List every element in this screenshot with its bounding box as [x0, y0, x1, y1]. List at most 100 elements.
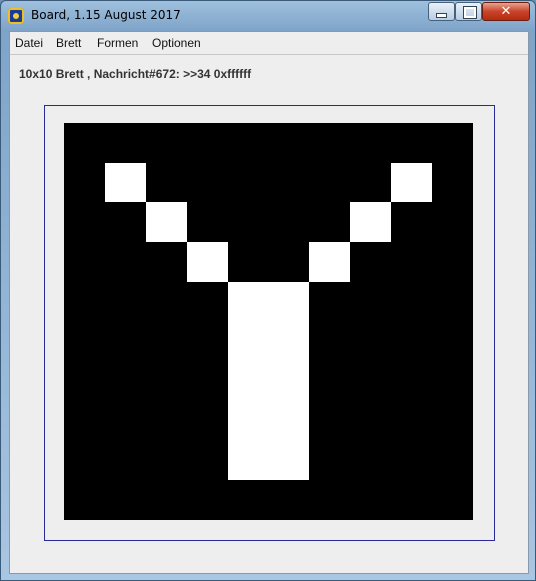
board-cell[interactable] — [432, 202, 474, 243]
board-cell[interactable] — [104, 202, 146, 243]
board-cell[interactable] — [227, 123, 269, 163]
app-icon[interactable] — [8, 8, 24, 24]
board-cell[interactable] — [145, 162, 187, 203]
board-cell[interactable] — [309, 361, 351, 402]
board-cell[interactable] — [64, 281, 105, 322]
maximize-button[interactable] — [455, 2, 482, 21]
board-cell[interactable] — [186, 123, 228, 163]
board-cell[interactable] — [432, 400, 474, 441]
board-cell[interactable] — [268, 400, 310, 441]
board-cell[interactable] — [227, 202, 269, 243]
board-cell[interactable] — [391, 281, 433, 322]
board-cell[interactable] — [350, 202, 392, 243]
menu-optionen[interactable]: Optionen — [152, 36, 201, 50]
board-cell[interactable] — [104, 480, 146, 521]
board-cell[interactable] — [227, 480, 269, 521]
board-cell[interactable] — [350, 400, 392, 441]
board-cell[interactable] — [268, 202, 310, 243]
board-cell[interactable] — [104, 123, 146, 163]
board-cell[interactable] — [268, 440, 310, 481]
board-cell[interactable] — [145, 361, 187, 402]
board-cell[interactable] — [227, 281, 269, 322]
board-cell[interactable] — [104, 242, 146, 283]
board-cell[interactable] — [391, 242, 433, 283]
board-cell[interactable] — [432, 480, 474, 521]
board-cell[interactable] — [186, 202, 228, 243]
board-cell[interactable] — [268, 281, 310, 322]
board-cell[interactable] — [227, 162, 269, 203]
board-cell[interactable] — [186, 361, 228, 402]
board-cell[interactable] — [309, 162, 351, 203]
board-cell[interactable] — [186, 480, 228, 521]
board-cell[interactable] — [145, 400, 187, 441]
board-cell[interactable] — [64, 361, 105, 402]
board-cell[interactable] — [268, 242, 310, 283]
board-cell[interactable] — [268, 361, 310, 402]
board-cell[interactable] — [432, 281, 474, 322]
board-cell[interactable] — [309, 480, 351, 521]
board-cell[interactable] — [391, 440, 433, 481]
board-cell[interactable] — [350, 480, 392, 521]
board-cell[interactable] — [104, 440, 146, 481]
board-cell[interactable] — [391, 123, 433, 163]
board-cell[interactable] — [268, 123, 310, 163]
board-cell[interactable] — [309, 321, 351, 362]
board-cell[interactable] — [227, 361, 269, 402]
board-cell[interactable] — [350, 321, 392, 362]
board-cell[interactable] — [64, 123, 105, 163]
board-cell[interactable] — [186, 400, 228, 441]
board-cell[interactable] — [64, 440, 105, 481]
board-grid[interactable] — [64, 123, 474, 521]
board-cell[interactable] — [227, 321, 269, 362]
board-cell[interactable] — [145, 202, 187, 243]
board-cell[interactable] — [432, 162, 474, 203]
board-cell[interactable] — [309, 242, 351, 283]
board-cell[interactable] — [350, 361, 392, 402]
title-bar[interactable]: Board, 1.15 August 2017 ✕ — [1, 1, 535, 31]
board-cell[interactable] — [186, 162, 228, 203]
board-cell[interactable] — [268, 321, 310, 362]
board-cell[interactable] — [64, 202, 105, 243]
board-cell[interactable] — [64, 400, 105, 441]
board-cell[interactable] — [391, 480, 433, 521]
board-cell[interactable] — [268, 162, 310, 203]
board-cell[interactable] — [350, 281, 392, 322]
board-cell[interactable] — [145, 242, 187, 283]
board-cell[interactable] — [227, 400, 269, 441]
close-button[interactable]: ✕ — [482, 2, 530, 21]
board-cell[interactable] — [104, 361, 146, 402]
minimize-button[interactable] — [428, 2, 455, 21]
board-cell[interactable] — [64, 242, 105, 283]
board-cell[interactable] — [145, 480, 187, 521]
board-cell[interactable] — [145, 123, 187, 163]
board-cell[interactable] — [186, 242, 228, 283]
board-cell[interactable] — [104, 321, 146, 362]
board-cell[interactable] — [227, 242, 269, 283]
board-cell[interactable] — [391, 321, 433, 362]
board-cell[interactable] — [309, 123, 351, 163]
board-cell[interactable] — [309, 400, 351, 441]
board-cell[interactable] — [432, 321, 474, 362]
menu-formen[interactable]: Formen — [97, 36, 138, 50]
board-cell[interactable] — [186, 440, 228, 481]
board-cell[interactable] — [309, 202, 351, 243]
board-cell[interactable] — [104, 281, 146, 322]
board-cell[interactable] — [309, 281, 351, 322]
board-cell[interactable] — [64, 162, 105, 203]
board-cell[interactable] — [350, 123, 392, 163]
board-cell[interactable] — [350, 440, 392, 481]
board-cell[interactable] — [350, 242, 392, 283]
board-cell[interactable] — [268, 480, 310, 521]
board-cell[interactable] — [391, 162, 433, 203]
board-cell[interactable] — [391, 400, 433, 441]
board-cell[interactable] — [186, 321, 228, 362]
board-cell[interactable] — [145, 321, 187, 362]
board-cell[interactable] — [432, 361, 474, 402]
board-cell[interactable] — [350, 162, 392, 203]
board-cell[interactable] — [432, 440, 474, 481]
board-cell[interactable] — [391, 202, 433, 243]
board-cell[interactable] — [309, 440, 351, 481]
board-cell[interactable] — [145, 440, 187, 481]
board-cell[interactable] — [145, 281, 187, 322]
menu-datei[interactable]: Datei — [15, 36, 43, 50]
